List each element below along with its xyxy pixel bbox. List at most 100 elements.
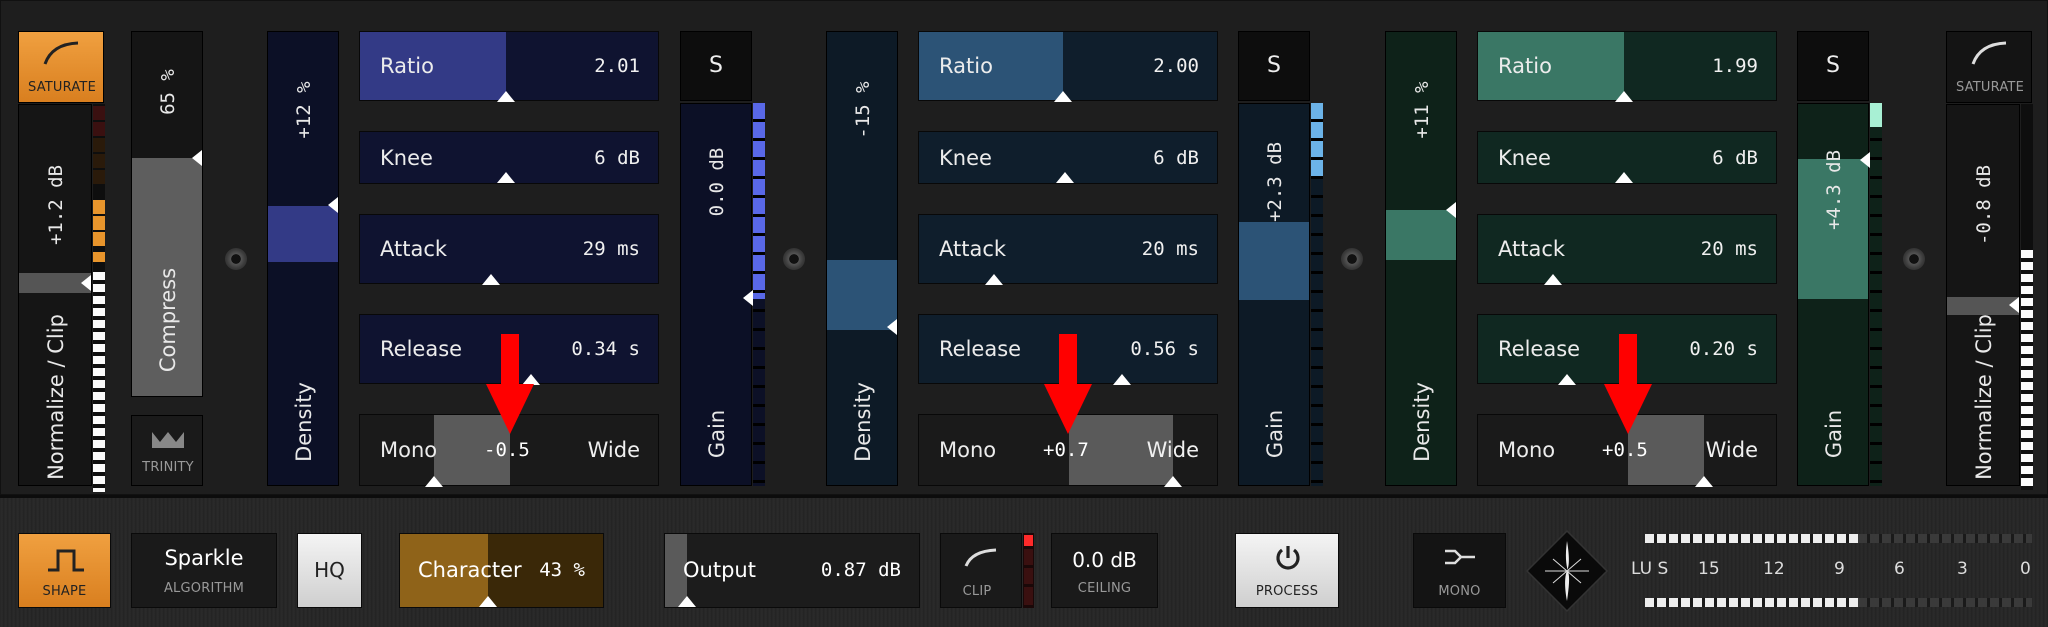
- band2-ratio-value: 2.00: [1153, 55, 1199, 77]
- plugin-window: SATURATE +1.2 dB Normalize / Clip 65 % C…: [0, 0, 2048, 627]
- left-saturate-button[interactable]: SATURATE: [18, 31, 104, 103]
- process-button[interactable]: PROCESS: [1235, 533, 1339, 608]
- right-saturate-handle[interactable]: [2009, 297, 2019, 313]
- band2-knee-label: Knee: [939, 145, 992, 170]
- right-saturate-slider[interactable]: -0.8 dB Normalize / Clip: [1946, 104, 2020, 486]
- band2-solo-button[interactable]: S: [1238, 31, 1310, 101]
- band1-knee-value: 6 dB: [594, 146, 640, 169]
- band3-solo-button[interactable]: S: [1797, 31, 1869, 101]
- band2-ratio-label: Ratio: [939, 54, 993, 78]
- band3-ratio-control[interactable]: Ratio 1.99: [1477, 31, 1777, 102]
- trinity-label: TRINITY: [142, 460, 194, 475]
- clip-button[interactable]: CLIP: [940, 533, 1022, 608]
- band1-knee-control[interactable]: Knee 6 dB: [359, 131, 659, 184]
- band1-solo-button[interactable]: S: [680, 31, 752, 101]
- band2-gain-label: Gain: [1263, 409, 1287, 459]
- band3-stereo-handle[interactable]: [1695, 476, 1713, 487]
- trinity-icon: [152, 432, 184, 448]
- band2-density-slider[interactable]: -15 % Density: [826, 31, 898, 486]
- left-meter: [93, 104, 105, 492]
- algorithm-selector[interactable]: Sparkle ALGORITHM: [131, 533, 277, 608]
- ceiling-control[interactable]: 0.0 dB CEILING: [1051, 533, 1158, 608]
- band2-release-handle[interactable]: [1113, 374, 1131, 385]
- left-saturate-mode: Normalize / Clip: [44, 314, 68, 480]
- band3-release-handle[interactable]: [1558, 374, 1576, 385]
- band1-ratio-handle[interactable]: [497, 91, 515, 102]
- output-value: 0.87 dB: [820, 559, 901, 581]
- band2-gain-slider[interactable]: +2.3 dB Gain: [1238, 103, 1310, 486]
- band3-release-label: Release: [1498, 337, 1581, 361]
- band1-density-slider[interactable]: +12 % Density: [267, 31, 339, 486]
- band1-ratio-control[interactable]: Ratio 2.01: [359, 31, 659, 102]
- output-control[interactable]: Output 0.87 dB: [664, 533, 920, 608]
- band3-density-value: +11 %: [1411, 81, 1433, 139]
- band3-ratio-value: 1.99: [1712, 55, 1758, 77]
- band2-release-label: Release: [939, 337, 1022, 361]
- loudness-tick: 3: [1957, 559, 1968, 579]
- band3-knee-label: Knee: [1498, 145, 1551, 170]
- band3-density-slider[interactable]: +11 % Density: [1385, 31, 1457, 486]
- band1-gain-meter: [753, 103, 765, 486]
- band2-knee-control[interactable]: Knee 6 dB: [918, 131, 1218, 184]
- band1-stereo-handle[interactable]: [425, 476, 443, 487]
- screw-icon: [783, 248, 805, 270]
- band1-gain-slider[interactable]: 0.0 dB Gain: [680, 103, 753, 486]
- band1-attack-control[interactable]: Attack 29 ms: [359, 214, 659, 285]
- loudness-tick: 15: [1698, 559, 1720, 579]
- character-handle[interactable]: [479, 596, 497, 607]
- band2-knee-handle[interactable]: [1056, 172, 1074, 183]
- character-control[interactable]: Character 43 %: [399, 533, 604, 608]
- band1-knee-handle[interactable]: [497, 172, 515, 183]
- mono-button[interactable]: MONO: [1413, 533, 1506, 608]
- band2-stereo-handle[interactable]: [1164, 476, 1182, 487]
- band2-ratio-handle[interactable]: [1054, 91, 1072, 102]
- band1-attack-label: Attack: [380, 237, 448, 261]
- band3-density-handle[interactable]: [1446, 202, 1456, 218]
- loudness-label: LU S: [1631, 559, 1669, 579]
- shape-button[interactable]: SHAPE: [18, 533, 111, 608]
- left-saturate-slider[interactable]: +1.2 dB Normalize / Clip: [18, 104, 92, 486]
- saturate-curve-icon: [43, 41, 79, 65]
- band1-ratio-label: Ratio: [380, 54, 434, 78]
- clip-meter: [1023, 533, 1034, 608]
- right-saturate-gain: -0.8 dB: [1973, 164, 1995, 246]
- loudness-tick: 0: [2020, 559, 2031, 579]
- process-label: PROCESS: [1255, 584, 1319, 599]
- compress-handle[interactable]: [192, 150, 202, 166]
- band2-gain-meter: [1311, 103, 1323, 486]
- band3-ratio-handle[interactable]: [1615, 91, 1633, 102]
- saturate-curve-icon: [1971, 41, 2007, 65]
- band2-attack-handle[interactable]: [985, 274, 1003, 285]
- power-icon: [1276, 546, 1300, 570]
- character-label: Character: [418, 558, 522, 582]
- band1-gain-handle[interactable]: [743, 290, 753, 306]
- band2-knee-value: 6 dB: [1153, 146, 1199, 169]
- band3-mono-label: Mono: [1498, 438, 1556, 462]
- square-wave-icon: [48, 549, 84, 572]
- band3-gain-handle[interactable]: [1860, 152, 1870, 168]
- band3-attack-control[interactable]: Attack 20 ms: [1477, 214, 1777, 285]
- band1-attack-handle[interactable]: [482, 274, 500, 285]
- band3-ratio-label: Ratio: [1498, 54, 1552, 78]
- clip-curve-icon: [964, 548, 997, 567]
- stereo-vectorscope: [1525, 529, 1609, 613]
- band3-attack-handle[interactable]: [1544, 274, 1562, 285]
- annotation-arrow-head: [1044, 384, 1092, 434]
- band1-attack-value: 29 ms: [582, 238, 640, 260]
- band2-ratio-control[interactable]: Ratio 2.00: [918, 31, 1218, 102]
- band2-attack-control[interactable]: Attack 20 ms: [918, 214, 1218, 285]
- band3-knee-control[interactable]: Knee 6 dB: [1477, 131, 1777, 184]
- compress-slider[interactable]: 65 % Compress: [131, 31, 203, 397]
- left-saturate-handle[interactable]: [81, 275, 91, 291]
- band3-gain-value: +4.3 dB: [1823, 149, 1845, 231]
- band2-density-handle[interactable]: [887, 319, 897, 335]
- trinity-button[interactable]: TRINITY: [131, 415, 203, 486]
- hq-button[interactable]: HQ: [297, 533, 362, 608]
- band1-density-handle[interactable]: [328, 197, 338, 213]
- right-saturate-button[interactable]: SATURATE: [1946, 31, 2032, 103]
- algorithm-label: ALGORITHM: [163, 581, 245, 596]
- character-value: 43 %: [539, 559, 585, 581]
- output-handle[interactable]: [678, 596, 696, 607]
- band3-gain-slider[interactable]: +4.3 dB Gain: [1797, 103, 1870, 486]
- band3-knee-handle[interactable]: [1615, 172, 1633, 183]
